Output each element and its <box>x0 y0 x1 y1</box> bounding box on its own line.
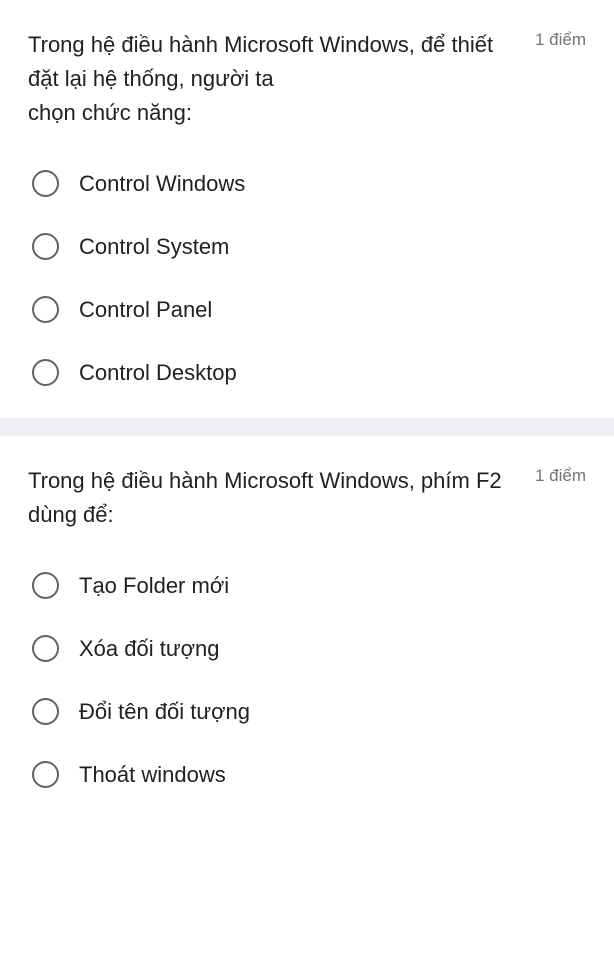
card-divider <box>0 418 614 436</box>
options-list: Control Windows Control System Control P… <box>28 170 586 386</box>
question-card-1: Trong hệ điều hành Microsoft Windows, để… <box>0 0 614 418</box>
question-header: Trong hệ điều hành Microsoft Windows, ph… <box>28 464 586 532</box>
option-item[interactable]: Tạo Folder mới <box>32 572 586 599</box>
points-label: 1 điểm <box>535 30 586 50</box>
option-label: Đổi tên đối tượng <box>79 699 250 725</box>
option-item[interactable]: Control Panel <box>32 296 586 323</box>
question-card-2: Trong hệ điều hành Microsoft Windows, ph… <box>0 436 614 820</box>
question-text: Trong hệ điều hành Microsoft Windows, để… <box>28 28 535 130</box>
radio-icon <box>32 296 59 323</box>
option-label: Xóa đối tượng <box>79 636 219 662</box>
option-label: Control Panel <box>79 297 212 323</box>
radio-icon <box>32 170 59 197</box>
option-label: Tạo Folder mới <box>79 573 229 599</box>
radio-icon <box>32 359 59 386</box>
option-label: Control Desktop <box>79 360 237 386</box>
points-label: 1 điểm <box>535 466 586 486</box>
option-item[interactable]: Thoát windows <box>32 761 586 788</box>
radio-icon <box>32 233 59 260</box>
option-label: Thoát windows <box>79 762 226 788</box>
option-label: Control Windows <box>79 171 245 197</box>
question-text: Trong hệ điều hành Microsoft Windows, ph… <box>28 464 535 532</box>
options-list: Tạo Folder mới Xóa đối tượng Đổi tên đối… <box>28 572 586 788</box>
radio-icon <box>32 635 59 662</box>
question-header: Trong hệ điều hành Microsoft Windows, để… <box>28 28 586 130</box>
option-item[interactable]: Control Windows <box>32 170 586 197</box>
option-label: Control System <box>79 234 229 260</box>
option-item[interactable]: Control System <box>32 233 586 260</box>
option-item[interactable]: Xóa đối tượng <box>32 635 586 662</box>
option-item[interactable]: Đổi tên đối tượng <box>32 698 586 725</box>
radio-icon <box>32 572 59 599</box>
option-item[interactable]: Control Desktop <box>32 359 586 386</box>
radio-icon <box>32 698 59 725</box>
radio-icon <box>32 761 59 788</box>
